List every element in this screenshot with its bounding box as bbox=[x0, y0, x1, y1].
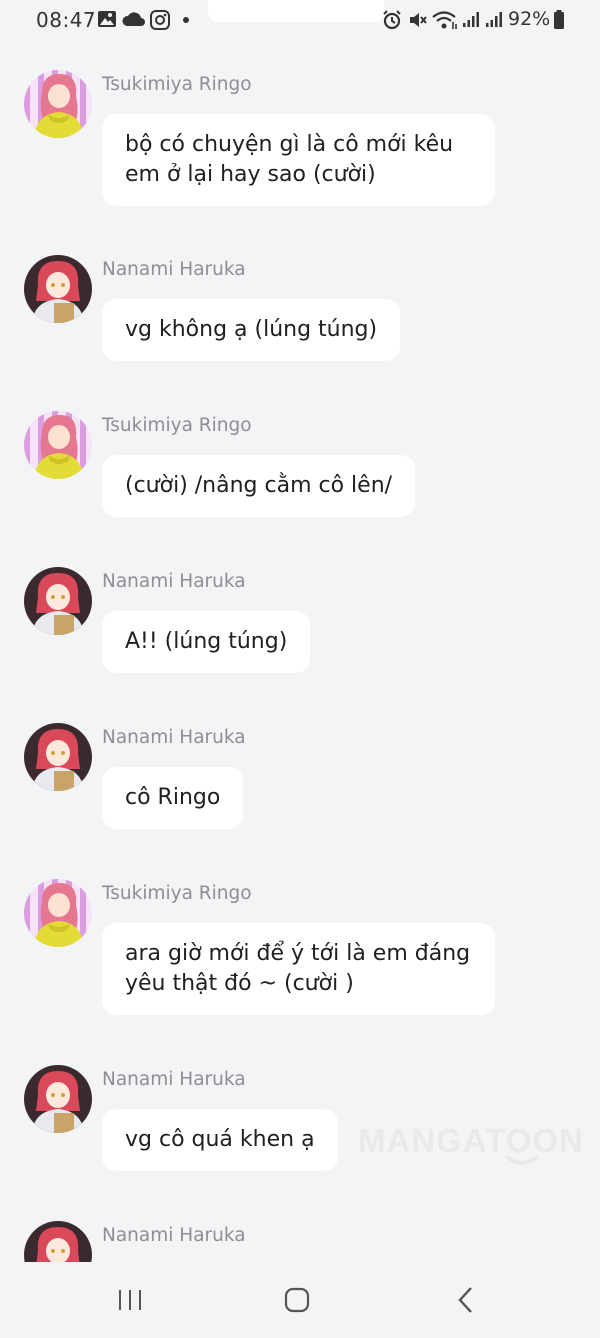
avatar[interactable] bbox=[24, 879, 92, 947]
recent-apps-icon bbox=[119, 1290, 141, 1310]
avatar[interactable] bbox=[24, 70, 92, 138]
chevron-left-icon bbox=[458, 1287, 472, 1313]
cloud-icon bbox=[122, 12, 145, 26]
home-button[interactable] bbox=[277, 1280, 317, 1320]
message-bubble[interactable]: bộ có chuyện gì là cô mới kêu em ở lại h… bbox=[102, 114, 495, 206]
message-bubble[interactable]: (cười) /nâng cằm cô lên/ bbox=[102, 455, 416, 517]
status-bar: 08:47 92% bbox=[0, 0, 600, 40]
sender-name: Tsukimiya Ringo bbox=[102, 883, 252, 904]
message-bubble[interactable]: A!! (lúng túng) bbox=[102, 611, 311, 673]
message-bubble[interactable]: ara giờ mới để ý tới là em đáng yêu thật… bbox=[102, 923, 495, 1015]
alarm-icon bbox=[383, 10, 401, 30]
sender-name: Nanami Haruka bbox=[102, 571, 246, 592]
chat-screen: 08:47 92% Tsukimiya Ringo bộ có chuyện g… bbox=[0, 0, 600, 1338]
avatar[interactable] bbox=[24, 723, 92, 791]
signal-icon bbox=[486, 12, 502, 27]
battery-icon bbox=[554, 10, 564, 29]
avatar[interactable] bbox=[24, 411, 92, 479]
watermark-smile-icon bbox=[504, 1154, 540, 1165]
message-bubble[interactable]: vg không ạ (lúng túng) bbox=[102, 299, 401, 361]
ringo-avatar-image bbox=[24, 411, 92, 479]
message-bubble[interactable]: cô Ringo bbox=[102, 767, 244, 829]
sender-name: Nanami Haruka bbox=[102, 1069, 246, 1090]
haruka-avatar-image bbox=[24, 255, 92, 323]
sender-name: Nanami Haruka bbox=[102, 259, 246, 280]
avatar[interactable] bbox=[24, 255, 92, 323]
navigation-bar bbox=[0, 1262, 600, 1338]
haruka-avatar-image bbox=[24, 723, 92, 791]
notification-card-edge bbox=[208, 0, 384, 22]
ringo-avatar-image bbox=[24, 879, 92, 947]
recent-apps-button[interactable] bbox=[110, 1280, 150, 1320]
message-bubble[interactable]: vg cô quá khen ạ bbox=[102, 1109, 338, 1171]
mute-icon bbox=[410, 13, 427, 27]
watermark-logo: MANGATOON bbox=[358, 1122, 584, 1159]
haruka-avatar-image bbox=[24, 567, 92, 635]
sender-name: Nanami Haruka bbox=[102, 727, 246, 748]
dot-icon bbox=[183, 17, 189, 23]
sender-name: Nanami Haruka bbox=[102, 1225, 246, 1246]
ringo-avatar-image bbox=[24, 70, 92, 138]
sender-name: Tsukimiya Ringo bbox=[102, 415, 252, 436]
haruka-avatar-image bbox=[24, 1065, 92, 1133]
avatar[interactable] bbox=[24, 1065, 92, 1133]
status-time: 08:47 bbox=[36, 8, 97, 32]
home-icon bbox=[284, 1287, 310, 1313]
instagram-icon bbox=[150, 10, 170, 30]
wifi-icon bbox=[432, 11, 457, 29]
avatar[interactable] bbox=[24, 567, 92, 635]
signal-icon bbox=[463, 12, 479, 27]
battery-level: 92% bbox=[508, 8, 551, 30]
gallery-icon bbox=[98, 11, 116, 27]
sender-name: Tsukimiya Ringo bbox=[102, 74, 252, 95]
back-button[interactable] bbox=[446, 1280, 486, 1320]
